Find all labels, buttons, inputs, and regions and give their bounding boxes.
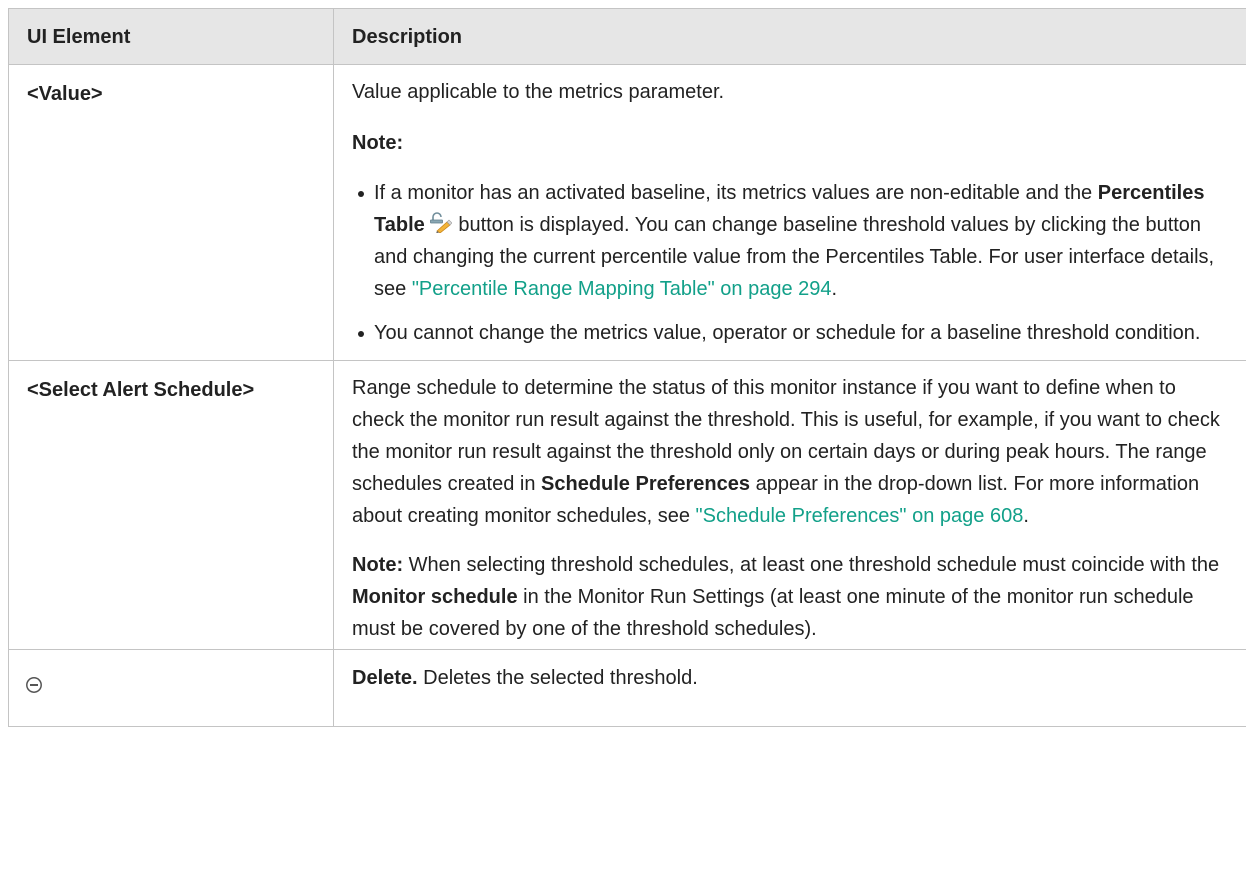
description-paragraph: Range schedule to determine the status o…: [352, 372, 1229, 532]
delete-icon: [25, 672, 43, 693]
paragraph-text: .: [1023, 505, 1029, 527]
bullet-text: If a monitor has an activated baseline, …: [374, 182, 1098, 204]
note-label: Note:: [352, 132, 404, 154]
table-row: <Value> Value applicable to the metrics …: [8, 64, 1246, 361]
paragraph-text: When selecting threshold schedules, at l…: [403, 554, 1220, 576]
schedule-preferences-link[interactable]: "Schedule Preferences" on page 608: [696, 505, 1024, 527]
element-name-select-alert-schedule: <Select Alert Schedule>: [8, 360, 334, 650]
element-icon-cell: [8, 649, 334, 727]
description-text: Deletes the selected threshold.: [417, 667, 698, 689]
table-row: Delete. Deletes the selected threshold.: [8, 649, 1246, 727]
list-item: If a monitor has an activated baseline, …: [355, 177, 1229, 305]
note-label: Note:: [352, 554, 404, 576]
description-cell: Delete. Deletes the selected threshold.: [333, 649, 1246, 727]
monitor-schedule-label: Monitor schedule: [352, 586, 518, 608]
schedule-preferences-label: Schedule Preferences: [541, 473, 751, 495]
table-row: <Select Alert Schedule> Range schedule t…: [8, 360, 1246, 650]
table-header-row: UI Element Description: [8, 8, 1246, 65]
percentiles-table-icon: [428, 211, 453, 234]
delete-label: Delete.: [352, 667, 418, 689]
ui-element-table: UI Element Description <Value> Value app…: [8, 8, 1246, 727]
note-paragraph: Note: When selecting threshold schedules…: [352, 549, 1229, 645]
bullet-text: .: [831, 278, 838, 300]
element-name-value: <Value>: [8, 64, 334, 361]
header-description: Description: [333, 8, 1246, 65]
header-ui-element: UI Element: [8, 8, 334, 65]
list-item: You cannot change the metrics value, ope…: [355, 317, 1229, 349]
description-cell: Value applicable to the metrics paramete…: [333, 64, 1246, 361]
note-bullet-list: If a monitor has an activated baseline, …: [352, 177, 1229, 349]
percentile-range-mapping-link[interactable]: "Percentile Range Mapping Table" on page…: [412, 278, 832, 300]
description-text: Value applicable to the metrics paramete…: [352, 81, 725, 103]
description-cell: Range schedule to determine the status o…: [333, 360, 1246, 650]
